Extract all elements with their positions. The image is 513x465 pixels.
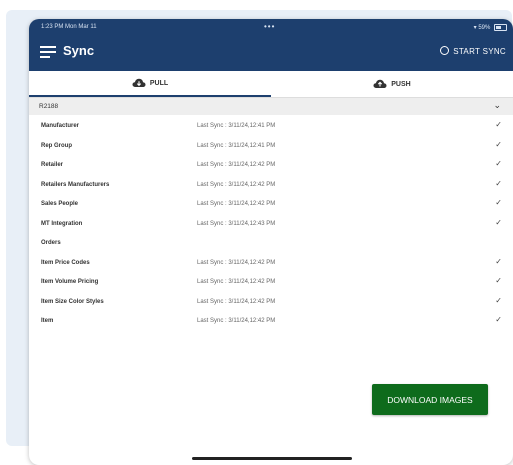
checkmark-icon: ✓ xyxy=(495,120,502,129)
tab-pull[interactable]: PULL xyxy=(29,71,271,97)
tab-push[interactable]: PUSH xyxy=(271,71,513,97)
item-name: Item Volume Pricing xyxy=(41,279,99,285)
home-indicator xyxy=(192,457,352,460)
list-item[interactable]: MT Integration Last Sync : 3/11/24,12:43 … xyxy=(29,215,513,235)
checkmark-icon: ✓ xyxy=(495,217,502,227)
tab-bar: PULL PUSH xyxy=(29,71,513,98)
item-name: Item Price Codes xyxy=(41,259,90,266)
item-name: Orders xyxy=(41,240,61,246)
app-header: 1:23 PM Mon Mar 11 ••• ▾ 59% Sync START … xyxy=(29,19,513,71)
list-item[interactable]: Sales People Last Sync : 3/11/24,12:42 PM… xyxy=(29,195,513,215)
checkmark-icon: ✓ xyxy=(495,256,502,266)
checkmark-icon: ✓ xyxy=(495,295,502,305)
list-item[interactable]: Item Size Color Styles Last Sync : 3/11/2… xyxy=(29,293,513,313)
group-label: R2188 xyxy=(39,103,59,110)
sync-list: Manufacturer Last Sync : 3/11/24,12:41 PM… xyxy=(29,117,513,332)
status-bar: 1:23 PM Mon Mar 11 ••• ▾ 59% xyxy=(29,22,513,34)
page-title: Sync xyxy=(63,43,95,58)
item-name: Item Size Color Styles xyxy=(41,298,104,305)
cloud-upload-icon xyxy=(373,79,387,88)
sync-icon xyxy=(440,46,450,55)
menu-icon[interactable] xyxy=(40,46,56,58)
last-sync-text: Last Sync : 3/11/24,12:42 PM xyxy=(197,162,276,168)
status-time: 1:23 PM Mon Mar 11 xyxy=(41,24,97,30)
cloud-download-icon xyxy=(132,78,146,87)
last-sync-text: Last Sync : 3/11/24,12:42 PM xyxy=(197,298,276,305)
last-sync-text: Last Sync : 3/11/24,12:42 PM xyxy=(197,181,276,188)
list-item[interactable]: Manufacturer Last Sync : 3/11/24,12:41 PM… xyxy=(29,117,513,137)
chevron-down-icon: ⌄ xyxy=(493,100,501,110)
checkmark-icon: ✓ xyxy=(495,276,502,285)
list-item[interactable]: Item Volume Pricing Last Sync : 3/11/24,1… xyxy=(29,273,513,293)
start-sync-label: START SYNC xyxy=(453,47,506,56)
battery-percent: 59% xyxy=(478,25,491,32)
tab-pull-label: PULL xyxy=(149,79,169,87)
checkmark-icon: ✓ xyxy=(495,139,502,149)
multitask-dots[interactable]: ••• xyxy=(264,22,275,31)
last-sync-text: Last Sync : 3/11/24,12:42 PM xyxy=(197,279,276,285)
item-name: MT Integration xyxy=(41,220,83,227)
wifi-icon: ▾ xyxy=(473,25,477,32)
list-item[interactable]: Retailer Last Sync : 3/11/24,12:42 PM ✓ xyxy=(29,156,513,176)
checkmark-icon: ✓ xyxy=(495,178,502,188)
checkmark-icon: ✓ xyxy=(495,159,502,168)
item-name: Item xyxy=(41,318,54,324)
battery-icon xyxy=(494,24,507,31)
group-header[interactable]: R2188 ⌄ xyxy=(29,98,513,115)
list-item[interactable]: Item Price Codes Last Sync : 3/11/24,12:4… xyxy=(29,254,513,274)
item-name: Manufacturer xyxy=(41,123,80,129)
last-sync-text: Last Sync : 3/11/24,12:41 PM xyxy=(197,123,276,129)
battery-status: ▾ 59% xyxy=(474,24,507,31)
item-name: Rep Group xyxy=(41,142,72,149)
last-sync-text: Last Sync : 3/11/24,12:42 PM xyxy=(197,318,276,324)
last-sync-text: Last Sync : 3/11/24,12:43 PM xyxy=(197,220,276,227)
last-sync-text: Last Sync : 3/11/24,12:41 PM xyxy=(197,142,276,149)
item-name: Retailer xyxy=(41,162,64,168)
tab-push-label: PUSH xyxy=(391,80,411,88)
list-item[interactable]: Item Last Sync : 3/11/24,12:42 PM ✓ xyxy=(29,312,513,332)
item-name: Sales People xyxy=(41,201,79,207)
list-item[interactable]: Rep Group Last Sync : 3/11/24,12:41 PM ✓ xyxy=(29,137,513,157)
checkmark-icon: ✓ xyxy=(495,198,502,207)
list-item[interactable]: Orders xyxy=(29,234,513,254)
download-images-button[interactable]: DOWNLOAD IMAGES xyxy=(372,384,488,415)
checkmark-icon: ✓ xyxy=(495,315,502,324)
start-sync-button[interactable]: START SYNC xyxy=(440,46,506,56)
last-sync-text: Last Sync : 3/11/24,12:42 PM xyxy=(197,201,276,207)
last-sync-text: Last Sync : 3/11/24,12:42 PM xyxy=(197,259,276,266)
item-name: Retailers Manufacturers xyxy=(41,181,110,188)
app-window: 1:23 PM Mon Mar 11 ••• ▾ 59% Sync START … xyxy=(29,19,513,465)
list-item[interactable]: Retailers Manufacturers Last Sync : 3/11/… xyxy=(29,176,513,196)
